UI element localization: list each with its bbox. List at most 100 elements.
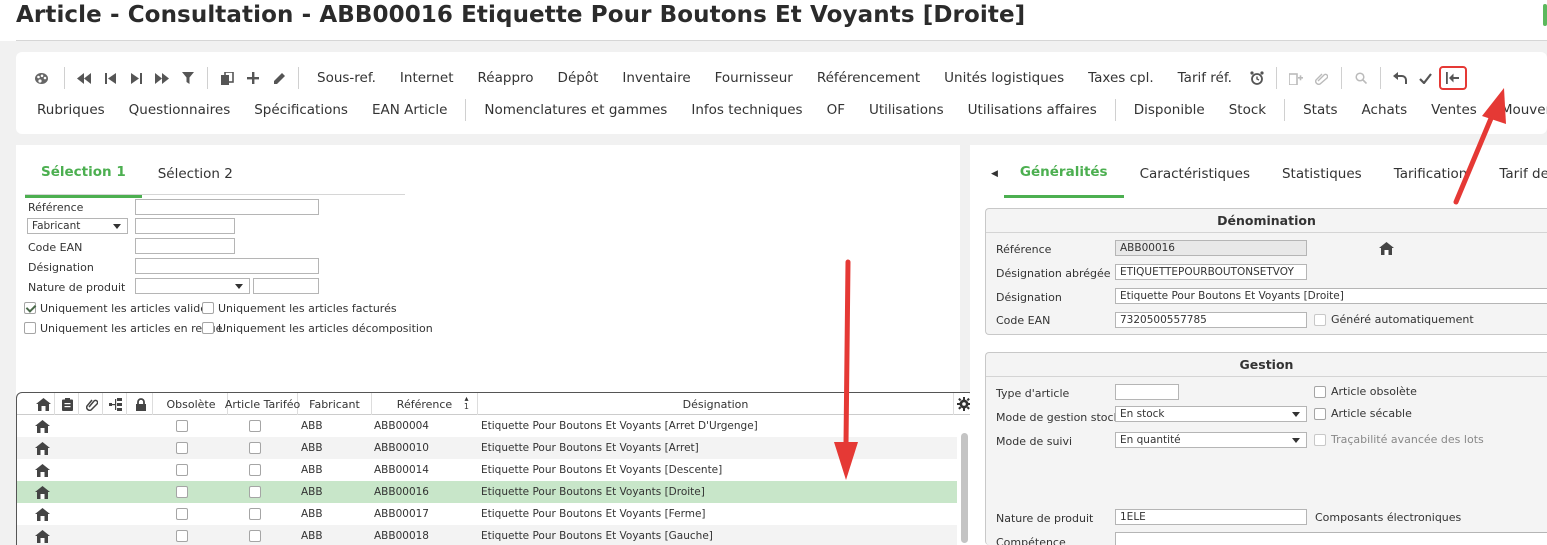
row-house-icon[interactable] — [35, 503, 50, 525]
checkbox[interactable] — [202, 302, 214, 314]
row-house-icon[interactable] — [35, 415, 50, 437]
checkbox[interactable] — [1314, 385, 1326, 398]
toolbar-link-stats[interactable]: Stats — [1291, 102, 1349, 118]
tab-tarif-reference[interactable]: Tarif de réfé — [1483, 149, 1547, 198]
toolbar-link-taxes-cpl[interactable]: Taxes cpl. — [1076, 70, 1166, 86]
obsolete-checkbox[interactable] — [176, 437, 188, 459]
obsolete-checkbox[interactable] — [176, 481, 188, 503]
tarifeo-checkbox[interactable] — [249, 437, 261, 459]
nature-produit-input[interactable]: 1ELE — [1115, 509, 1307, 525]
toolbar-link-internet[interactable]: Internet — [388, 70, 466, 86]
column-fabricant[interactable]: Fabricant — [298, 393, 372, 415]
clipboard-column-icon[interactable] — [57, 393, 79, 415]
toolbar-link-utilisations-affaires[interactable]: Utilisations affaires — [956, 102, 1109, 118]
toolbar-link-reappro[interactable]: Réappro — [466, 70, 546, 86]
tarifeo-checkbox[interactable] — [249, 525, 261, 545]
add-icon[interactable] — [240, 66, 266, 90]
checkbox-factures[interactable]: Uniquement les articles facturés — [202, 301, 397, 315]
toolbar-link-questionnaires[interactable]: Questionnaires — [117, 102, 243, 118]
genere-automatiquement-checkbox[interactable]: Généré automatiquement — [1314, 313, 1474, 326]
checkbox[interactable] — [249, 420, 261, 432]
table-row[interactable]: ABB ABB00004 Etiquette Pour Boutons Et Voy… — [17, 415, 957, 437]
article-secable-checkbox[interactable]: Article sécable — [1314, 407, 1412, 420]
attachment-icon[interactable] — [1309, 66, 1335, 90]
checkbox[interactable] — [249, 508, 261, 520]
collapse-panel-icon[interactable] — [1438, 66, 1467, 90]
alarm-icon[interactable] — [1244, 66, 1270, 90]
checkbox[interactable] — [249, 464, 261, 476]
attachment-column-icon[interactable] — [81, 393, 103, 415]
sort-ascending-icon[interactable]: ▴ 1 — [464, 395, 469, 411]
checkbox[interactable] — [176, 442, 188, 454]
table-row[interactable]: ABB ABB00010 Etiquette Pour Boutons Et Voy… — [17, 437, 957, 459]
checkbox-decomposition[interactable]: Uniquement les articles décomposition — [202, 321, 433, 335]
mode-gestion-select[interactable]: En stock — [1115, 406, 1307, 422]
house-icon[interactable] — [1379, 240, 1394, 259]
tab-scroll-left-icon[interactable]: ◀ — [985, 149, 1004, 198]
tab-statistiques[interactable]: Statistiques — [1266, 149, 1378, 198]
tab-selection-1[interactable]: Sélection 1 — [25, 149, 142, 198]
check-icon[interactable] — [1413, 66, 1439, 90]
reference-input[interactable] — [135, 199, 319, 215]
previous-record-icon[interactable] — [97, 66, 123, 90]
article-obsolete-checkbox[interactable]: Article obsolète — [1314, 385, 1417, 398]
toolbar-link-mouvements[interactable]: Mouvements — [1489, 102, 1547, 118]
checkbox-valides[interactable]: Uniquement les articles valides — [24, 301, 213, 315]
row-house-icon[interactable] — [35, 525, 50, 545]
tarifeo-checkbox[interactable] — [249, 415, 261, 437]
table-row[interactable]: ABB ABB00018 Etiquette Pour Boutons Et Voy… — [17, 525, 957, 545]
last-record-icon[interactable] — [149, 66, 175, 90]
tab-generalites[interactable]: Généralités — [1003, 149, 1124, 198]
nature-input[interactable] — [253, 278, 319, 294]
nature-select[interactable] — [135, 278, 250, 294]
checkbox[interactable] — [176, 508, 188, 520]
fabricant-select[interactable]: Fabricant — [27, 218, 128, 234]
duplicate-icon[interactable] — [214, 66, 240, 90]
tab-caracteristiques[interactable]: Caractéristiques — [1124, 149, 1266, 198]
toolbar-link-of[interactable]: OF — [815, 102, 857, 118]
checkbox[interactable] — [249, 442, 261, 454]
column-article-tarifeo[interactable]: Article Tariféo — [225, 393, 300, 415]
edit-icon[interactable] — [266, 66, 292, 90]
designation-input[interactable] — [135, 258, 319, 274]
toolbar-link-nomenclatures[interactable]: Nomenclatures et gammes — [472, 102, 679, 118]
row-house-icon[interactable] — [35, 481, 50, 503]
obsolete-checkbox[interactable] — [176, 525, 188, 545]
lock-column-icon[interactable] — [129, 393, 153, 415]
toolbar-link-infos-techniques[interactable]: Infos techniques — [679, 102, 814, 118]
checkbox[interactable] — [1314, 407, 1326, 420]
toolbar-link-inventaire[interactable]: Inventaire — [610, 70, 702, 86]
code-ean-input[interactable] — [135, 238, 235, 254]
toolbar-link-disponible[interactable]: Disponible — [1122, 102, 1217, 118]
toolbar-link-tarif-ref[interactable]: Tarif réf. — [1166, 70, 1244, 86]
tab-tarification[interactable]: Tarification — [1378, 149, 1484, 198]
checkbox[interactable] — [249, 530, 261, 542]
search-icon[interactable] — [1348, 66, 1374, 90]
toolbar-link-rubriques[interactable]: Rubriques — [25, 102, 117, 118]
next-record-icon[interactable] — [123, 66, 149, 90]
den-designation-abregee-value[interactable]: ETIQUETTEPOURBOUTONSETVOY — [1115, 264, 1307, 280]
undo-icon[interactable] — [1387, 66, 1413, 90]
tarifeo-checkbox[interactable] — [249, 481, 261, 503]
checkbox[interactable] — [24, 302, 36, 314]
tab-selection-2[interactable]: Sélection 2 — [142, 149, 249, 198]
checkbox[interactable] — [1314, 433, 1326, 446]
checkbox[interactable] — [249, 486, 261, 498]
checkbox[interactable] — [176, 530, 188, 542]
toolbar-link-referencement[interactable]: Référencement — [805, 70, 932, 86]
obsolete-checkbox[interactable] — [176, 503, 188, 525]
checkbox[interactable] — [24, 322, 36, 334]
toolbar-link-ean-article[interactable]: EAN Article — [360, 102, 459, 118]
obsolete-checkbox[interactable] — [176, 459, 188, 481]
checkbox[interactable] — [202, 322, 214, 334]
table-row[interactable]: ABB ABB00014 Etiquette Pour Boutons Et Voy… — [17, 459, 957, 481]
competence-input[interactable] — [1115, 532, 1547, 545]
checkbox-revue[interactable]: Uniquement les articles en revue — [24, 321, 222, 335]
palette-icon[interactable] — [28, 66, 54, 90]
type-article-input[interactable] — [1115, 384, 1179, 400]
column-reference[interactable]: Référence ▴ 1 — [372, 393, 478, 415]
copy-add-icon[interactable] — [1283, 66, 1309, 90]
house-column-icon[interactable] — [33, 393, 55, 415]
obsolete-checkbox[interactable] — [176, 415, 188, 437]
den-code-ean-value[interactable]: 7320500557785 — [1115, 312, 1307, 328]
